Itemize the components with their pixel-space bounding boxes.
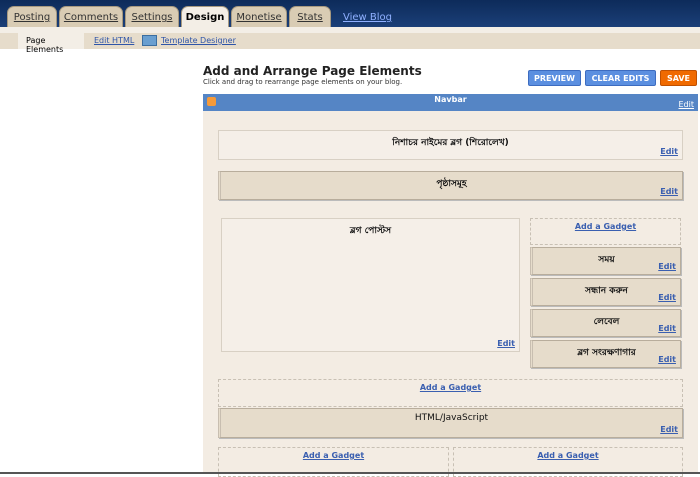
page-subtitle: Click and drag to rearrange page element… <box>203 78 403 86</box>
pages-element[interactable]: পৃষ্ঠাসমূহ Edit <box>218 171 683 200</box>
subnav-page-elements[interactable]: Page Elements <box>18 33 84 54</box>
view-blog-link[interactable]: View Blog <box>343 12 392 23</box>
save-button[interactable]: SAVE <box>660 70 697 86</box>
edit-link[interactable]: Edit <box>658 262 676 271</box>
page-title: Add and Arrange Page Elements <box>203 64 422 78</box>
navbar-edit-link[interactable]: Edit <box>679 99 695 111</box>
tab-settings[interactable]: Settings <box>125 6 179 28</box>
edit-link[interactable]: Edit <box>658 355 676 364</box>
sidebar-gadget[interactable]: সময় Edit <box>530 247 681 275</box>
clear-edits-button[interactable]: CLEAR EDITS <box>585 70 656 86</box>
navbar-element[interactable]: Navbar Edit <box>203 94 698 111</box>
sidebar-gadget[interactable]: লেবেল Edit <box>530 309 681 337</box>
edit-link[interactable]: Edit <box>660 147 678 156</box>
subnav-template-designer[interactable]: Template Designer <box>161 36 236 45</box>
template-designer-icon <box>142 35 157 46</box>
sidebar-add-gadget[interactable]: Add a Gadget <box>530 218 681 245</box>
edit-link[interactable]: Edit <box>658 293 676 302</box>
edit-link[interactable]: Edit <box>658 324 676 333</box>
element-title: ব্লগ পোস্টস <box>349 226 392 236</box>
edit-link[interactable]: Edit <box>660 187 678 196</box>
add-gadget-link[interactable]: Add a Gadget <box>219 383 682 392</box>
preview-button[interactable]: PREVIEW <box>528 70 581 86</box>
add-gadget-link[interactable]: Add a Gadget <box>454 451 682 460</box>
blog-header-element[interactable]: নিশাচর নাইমের ব্লগ (শিরোলেখ) Edit <box>218 130 683 160</box>
edit-link[interactable]: Edit <box>497 339 515 348</box>
tab-stats[interactable]: Stats <box>289 6 331 28</box>
subnav-edit-html[interactable]: Edit HTML <box>94 36 134 45</box>
blog-posts-element[interactable]: ব্লগ পোস্টস Edit <box>221 218 520 352</box>
element-title: নিশাচর নাইমের ব্লগ (শিরোলেখ) <box>392 138 509 148</box>
blogger-icon <box>207 97 216 106</box>
sidebar-gadget[interactable]: ব্লগ সংরক্ষণাগার Edit <box>530 340 681 368</box>
sub-navigation: Page Elements Edit HTML Template Designe… <box>0 33 700 54</box>
tab-posting[interactable]: Posting <box>7 6 57 28</box>
sidebar-gadget[interactable]: সন্ধান করুন Edit <box>530 278 681 306</box>
add-gadget-link[interactable]: Add a Gadget <box>531 222 680 231</box>
add-gadget-link[interactable]: Add a Gadget <box>219 451 448 460</box>
tab-design[interactable]: Design <box>181 6 229 29</box>
tab-comments[interactable]: Comments <box>59 6 123 28</box>
element-title: HTML/JavaScript <box>414 413 489 423</box>
html-javascript-element[interactable]: HTML/JavaScript Edit <box>218 408 683 438</box>
footer-add-gadget[interactable]: Add a Gadget <box>218 379 683 407</box>
tab-monetise[interactable]: Monetise <box>231 6 287 28</box>
edit-link[interactable]: Edit <box>660 425 678 434</box>
element-title: পৃষ্ঠাসমূহ <box>436 179 467 189</box>
navbar-label: Navbar <box>434 95 467 104</box>
